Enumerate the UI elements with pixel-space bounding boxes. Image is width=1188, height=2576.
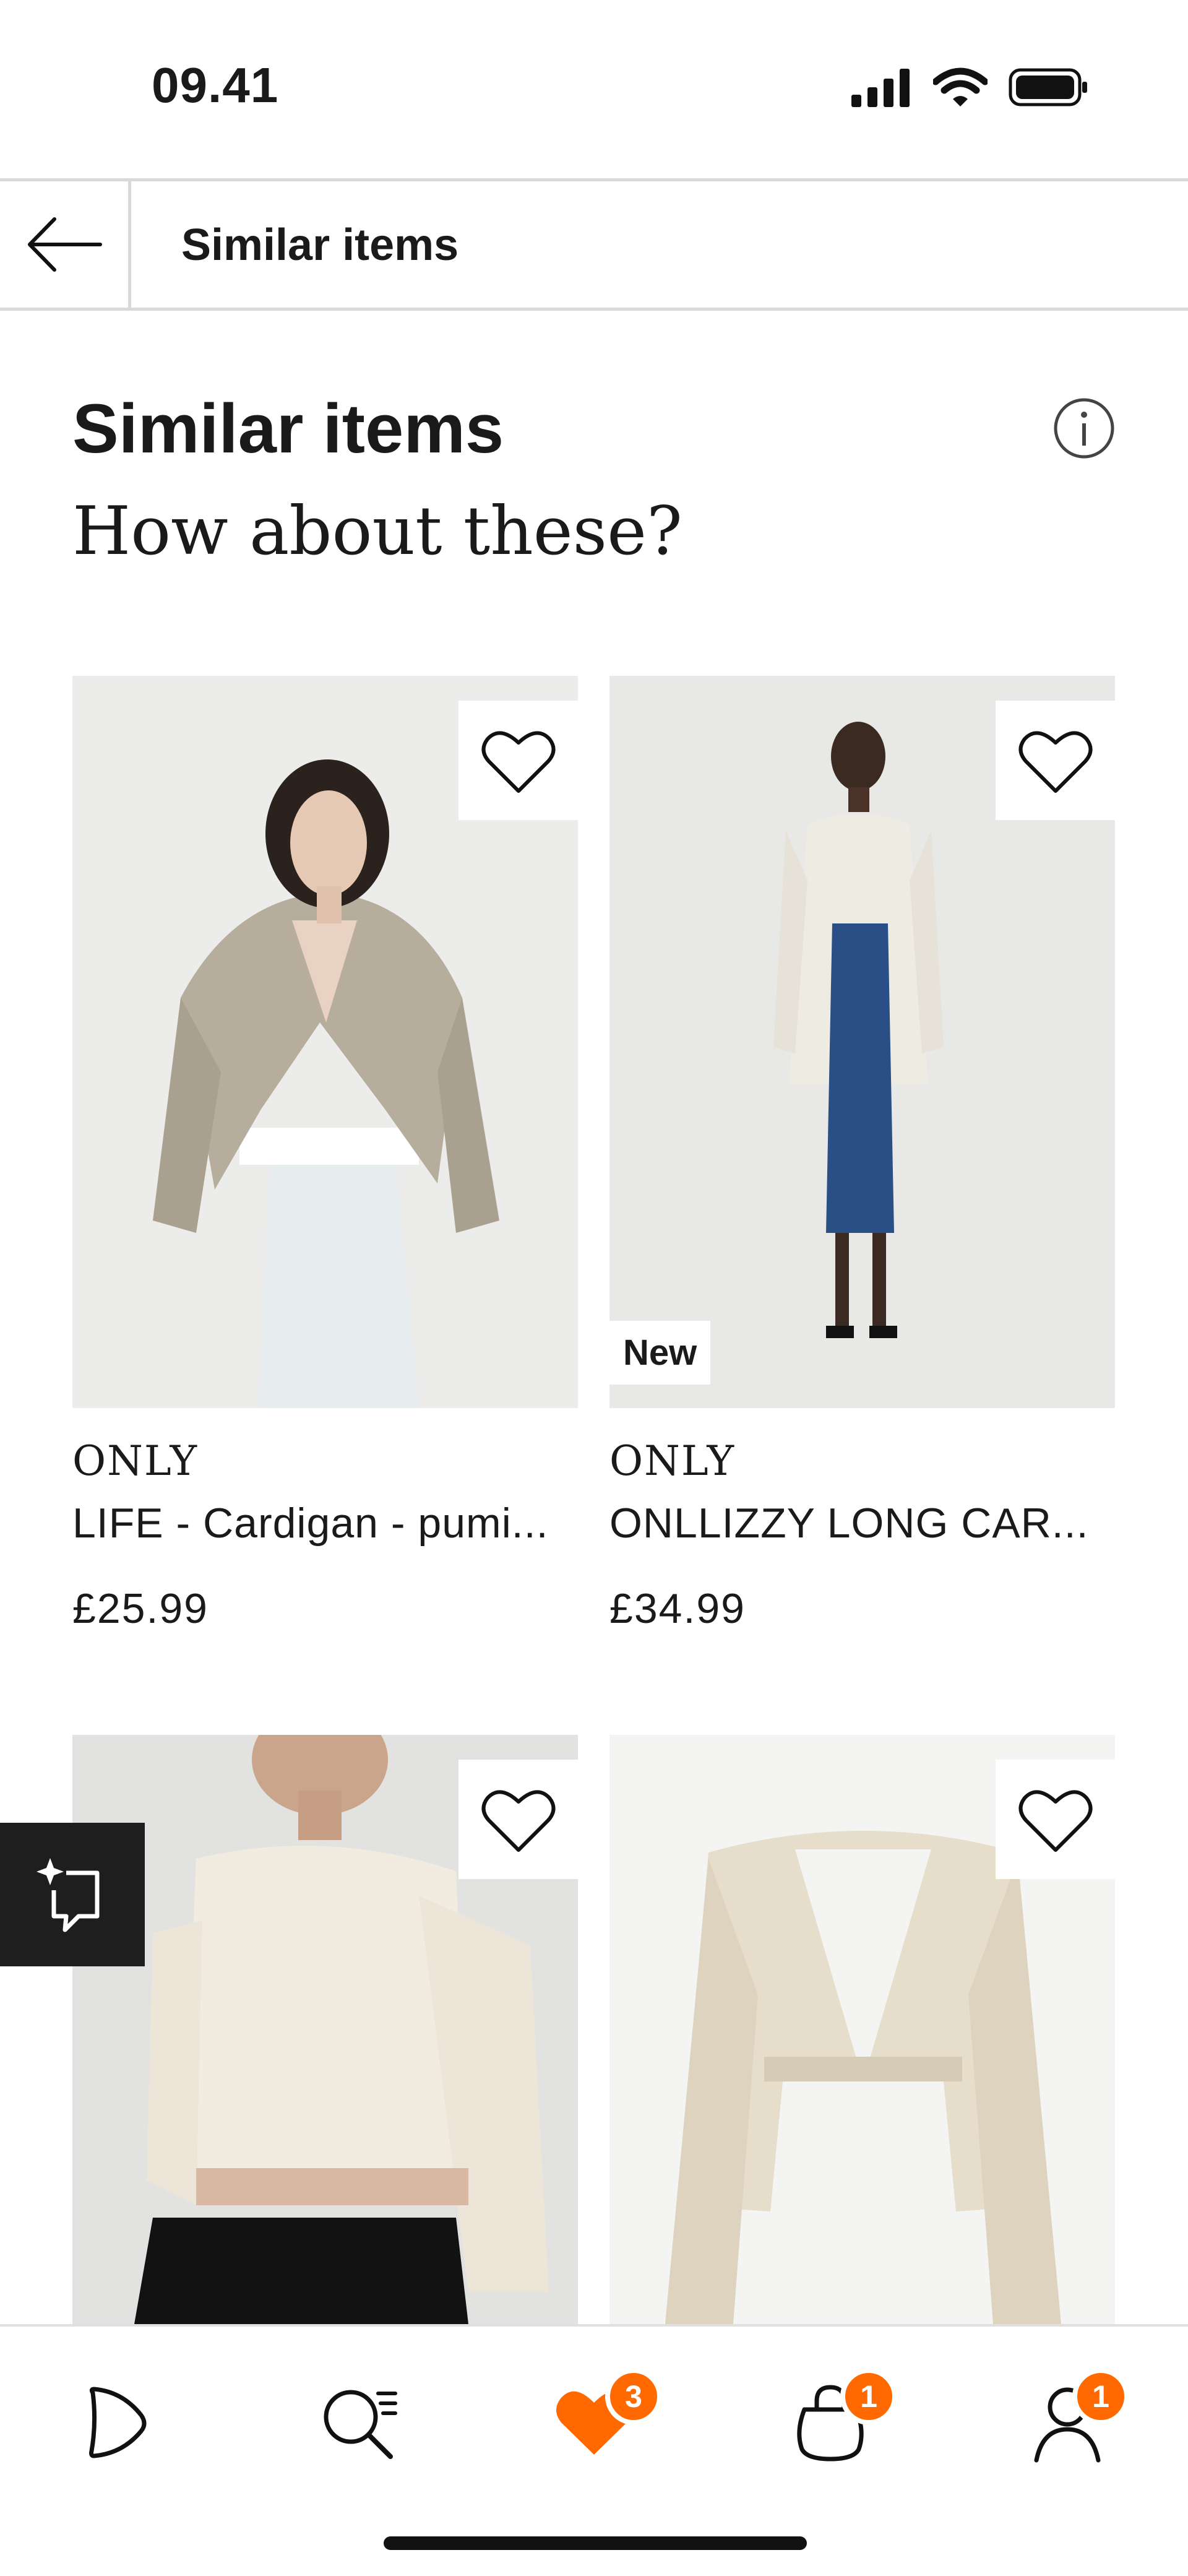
status-icons [850, 67, 1089, 108]
heart-icon [481, 731, 555, 793]
sparkle-chat-icon [37, 1858, 100, 1932]
nav-title: Similar items [181, 220, 459, 270]
product-brand: ONLY [609, 1437, 736, 1485]
home-indicator [384, 2536, 807, 2550]
status-bar: 09.41 [0, 0, 1188, 179]
battery-icon [1009, 68, 1087, 106]
product-image[interactable] [72, 676, 578, 1408]
product-card[interactable]: New ONLY ONLLIZZY LONG CAR... £34.99 [609, 676, 1115, 1666]
product-price: £34.99 [609, 1585, 746, 1632]
nav-header: Similar items [0, 178, 1188, 311]
tab-bar: 3 1 1 [0, 2324, 1188, 2576]
product-image[interactable] [72, 1735, 578, 2324]
product-image[interactable]: New [609, 676, 1115, 1408]
wifi-icon [933, 67, 988, 106]
info-icon [1054, 398, 1114, 459]
page-subtitle: How about these? [72, 493, 682, 570]
info-button[interactable] [1052, 396, 1116, 460]
tab-home[interactable] [67, 2373, 166, 2472]
page-title: Similar items [72, 390, 504, 467]
arrow-left-icon [27, 217, 102, 272]
heart-icon [481, 1790, 555, 1852]
product-card[interactable] [72, 1735, 578, 2324]
favorite-button[interactable] [458, 1760, 578, 1879]
heart-icon [1018, 731, 1092, 793]
tab-bag[interactable]: 1 [781, 2368, 897, 2472]
product-card[interactable] [609, 1735, 1115, 2324]
favorite-button[interactable] [996, 1760, 1115, 1879]
product-name: ONLLIZZY LONG CAR... [609, 1500, 1089, 1547]
heart-icon [1018, 1790, 1092, 1852]
product-price: £25.99 [72, 1585, 209, 1632]
favorite-button[interactable] [996, 701, 1115, 820]
favorite-button[interactable] [458, 701, 578, 820]
tab-wishlist[interactable]: 3 [544, 2368, 662, 2472]
search-icon [324, 2390, 397, 2459]
product-name: LIFE - Cardigan - pumi... [72, 1500, 549, 1547]
tab-profile[interactable]: 1 [1018, 2368, 1129, 2472]
home-icon [89, 2387, 147, 2458]
assistant-button[interactable] [0, 1823, 145, 1966]
product-brand: ONLY [72, 1437, 199, 1485]
back-button[interactable] [0, 181, 131, 308]
wishlist-count-badge: 3 [605, 2368, 662, 2425]
product-card[interactable]: ONLY LIFE - Cardigan - pumi... £25.99 [72, 676, 578, 1666]
product-image[interactable] [609, 1735, 1115, 2324]
tab-search[interactable] [309, 2373, 408, 2472]
profile-notification-badge: 1 [1072, 2368, 1129, 2425]
cellular-signal-icon [851, 69, 910, 107]
status-time: 09.41 [152, 58, 279, 113]
new-badge: New [609, 1321, 711, 1385]
bag-count-badge: 1 [840, 2368, 897, 2425]
